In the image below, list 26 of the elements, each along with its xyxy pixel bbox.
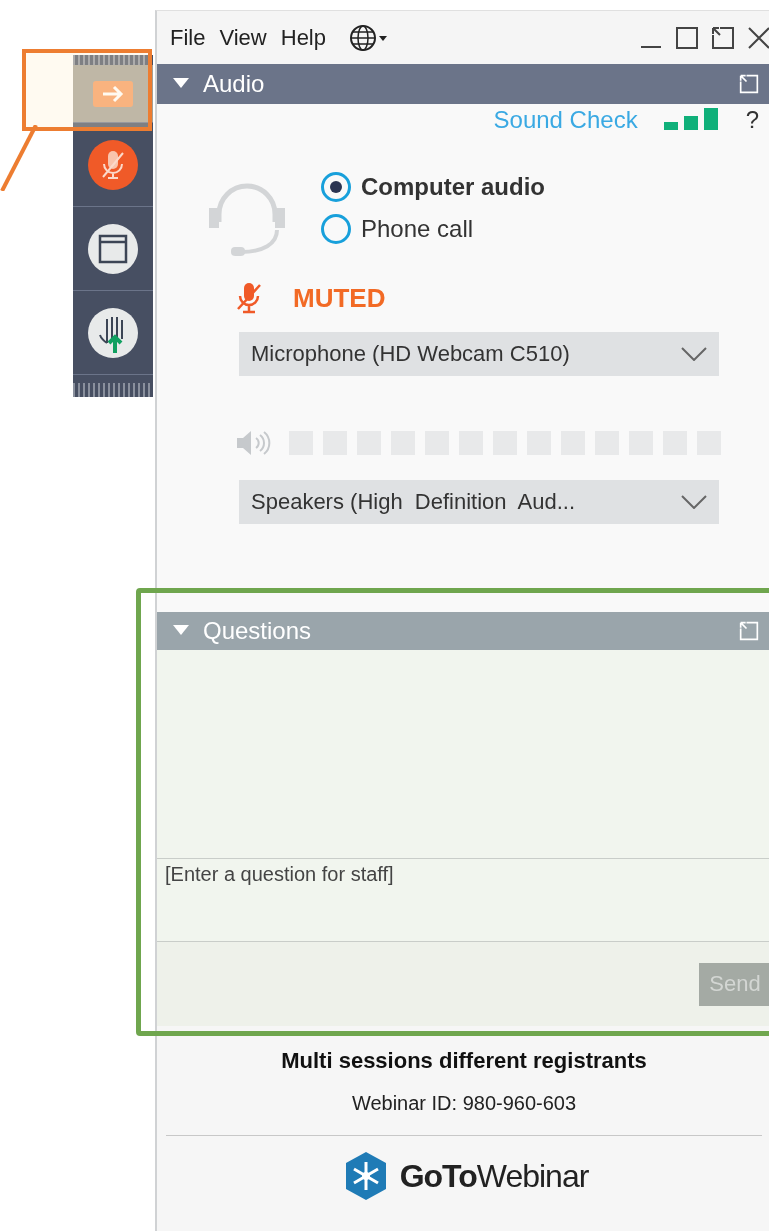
pop-out-icon[interactable] — [711, 25, 735, 50]
speakers-dropdown[interactable]: Speakers (High Definition Aud... — [239, 480, 719, 524]
menu-item[interactable]: View — [218, 24, 268, 51]
collapse-triangle-icon — [173, 78, 189, 90]
help-icon[interactable]: ? — [745, 106, 759, 134]
collapse-triangle-icon — [173, 625, 189, 637]
menu-item[interactable]: Help — [279, 24, 327, 51]
microphone-dropdown[interactable]: Microphone (HD Webcam C510) — [239, 332, 719, 376]
webinar-title: Multi sessions different registrants — [281, 1048, 647, 1074]
chevron-down-icon — [681, 495, 707, 509]
signal-bars-icon — [663, 108, 720, 132]
close-icon[interactable] — [747, 25, 769, 50]
menu-item[interactable]: File — [169, 24, 207, 51]
chevron-down-icon — [681, 347, 707, 361]
maximize-icon[interactable] — [675, 25, 699, 50]
globe-menu-icon[interactable] — [349, 23, 389, 52]
audio-panel-header[interactable]: Audio — [157, 64, 769, 104]
panel-title: Audio — [203, 70, 265, 98]
radio-option[interactable]: Phone call — [321, 214, 545, 244]
grip-handle[interactable] — [73, 383, 153, 397]
panel-title: Questions — [203, 617, 312, 645]
mute-status: MUTED — [293, 282, 386, 314]
leader-line — [0, 125, 40, 191]
radio-option[interactable]: Computer audio — [321, 172, 545, 202]
webinar-id: Webinar ID: 980-960-603 — [351, 1092, 577, 1115]
brand-name: GoToWebinar — [399, 1157, 589, 1195]
